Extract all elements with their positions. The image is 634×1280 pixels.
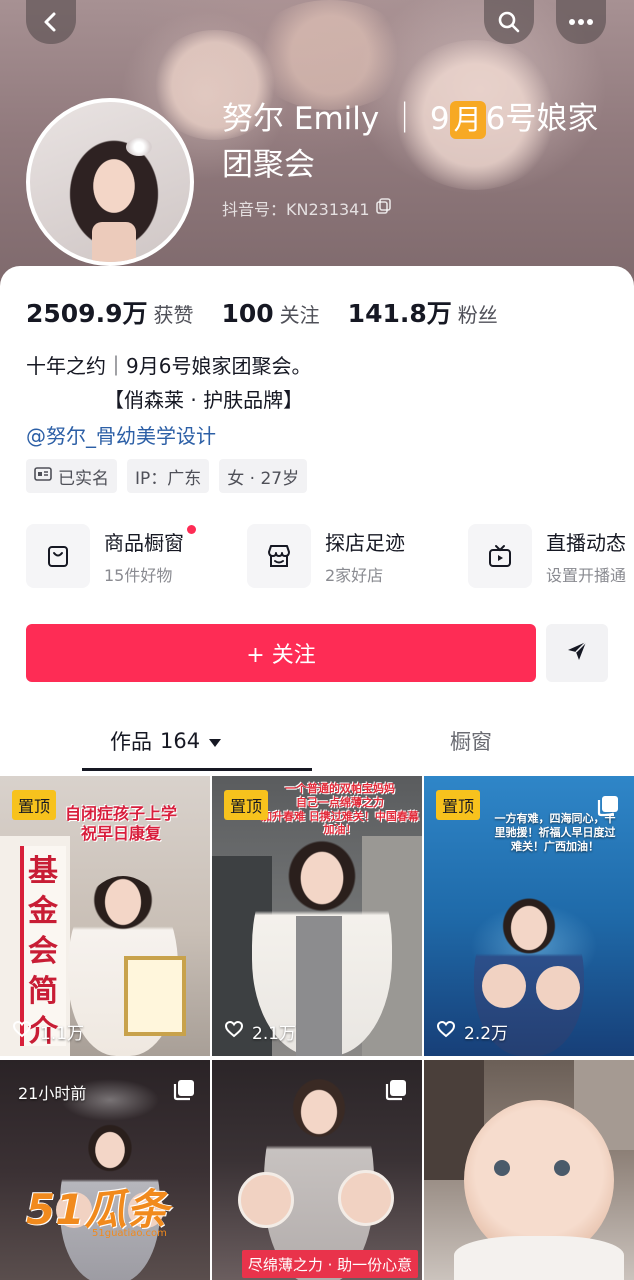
- feature-live-updates-title: 直播动态: [546, 530, 626, 555]
- pinned-badge: 置顶: [436, 790, 481, 820]
- pinned-badge: 置顶: [12, 790, 57, 820]
- video-tile[interactable]: 一个普通的双帕宝妈妈 自己一点绵薄之力 加升春难 日携过难关！中国春幕加油！ 置…: [212, 776, 422, 1056]
- search-button[interactable]: [484, 0, 534, 44]
- stat-likes-label: 获赞: [153, 303, 194, 327]
- profile-tags: 已实名 IP：广东 女 · 27岁: [26, 459, 308, 493]
- feature-store-visits-subtitle: 2家好店: [325, 565, 384, 585]
- video-tile[interactable]: 一方有难，四海同心，千 里驰援！祈福人早日度过 难关！广西加油！ 置顶 2.2万: [424, 776, 634, 1056]
- stat-following-number: 100: [221, 299, 274, 328]
- like-count: 2.2万: [436, 1019, 508, 1044]
- post-time: 21小时前: [18, 1084, 87, 1103]
- tag-verified-label: 已实名: [58, 468, 109, 489]
- tab-works-count: 164: [160, 729, 201, 753]
- content-tabs: 作品 164 橱窗: [0, 712, 634, 778]
- tag-gender-age: 女 · 27岁: [219, 459, 308, 493]
- tag-gender-age-label: 女 · 27岁: [227, 468, 300, 489]
- bio-mention-link[interactable]: @努尔_骨幼美学设计: [26, 420, 216, 449]
- search-icon: [497, 10, 521, 34]
- name-prefix: 努尔 Emily ｜ 9: [222, 101, 450, 137]
- heart-icon: [436, 1020, 456, 1043]
- feature-live-updates-subtitle: 设置开播通: [546, 565, 627, 585]
- like-count: 2.1万: [224, 1019, 296, 1044]
- follow-button[interactable]: + 关注: [26, 624, 536, 682]
- tag-ip: IP：广东: [127, 459, 210, 493]
- feature-product-showcase-title: 商品橱窗: [104, 530, 184, 555]
- feature-shortcuts: 商品橱窗 15件好物 探店足迹 2家好店 直播动态 设置开播通: [26, 524, 634, 588]
- video-overlay-text: 一个普通的双帕宝妈妈 自己一点绵薄之力 加升春难 日携过难关！中国春幕加油！: [261, 782, 419, 837]
- stat-following[interactable]: 100 关注: [221, 299, 319, 328]
- like-count-value: 2.1万: [252, 1024, 297, 1044]
- name-month-highlight: 月: [449, 101, 486, 139]
- douyin-id-text: 抖音号：KN231341: [222, 200, 370, 219]
- profile-header: 努尔 Emily ｜ 9 月 6号娘家团聚会 抖音号：KN231341: [0, 0, 634, 300]
- stats-row: 2509.9万 获赞 100 关注 141.8万 粉丝: [26, 294, 526, 330]
- send-arrow-icon: [565, 639, 589, 667]
- caret-down-icon[interactable]: [208, 729, 222, 753]
- avatar[interactable]: [26, 98, 194, 266]
- video-tile[interactable]: 基金会简介 自闭症孩子上学 祝早日康复 置顶 1.1万: [0, 776, 210, 1056]
- multi-image-icon: [596, 794, 620, 822]
- pinned-badge: 置顶: [224, 790, 269, 820]
- like-count-value: 1.1万: [40, 1024, 85, 1044]
- like-count: 1.1万: [12, 1019, 84, 1044]
- heart-icon: [12, 1020, 32, 1043]
- copy-icon[interactable]: [375, 198, 392, 218]
- profile-card: 2509.9万 获赞 100 关注 141.8万 粉丝 十年之约｜9月6号娘家团…: [0, 266, 634, 780]
- chevron-left-icon: [40, 11, 62, 33]
- tv-play-icon: [468, 524, 532, 588]
- feature-product-showcase[interactable]: 商品橱窗 15件好物: [26, 524, 247, 588]
- more-button[interactable]: [556, 0, 606, 44]
- watermark-sub: 51guatiao.com: [92, 1228, 167, 1239]
- like-count-value: 2.2万: [464, 1024, 509, 1044]
- bio-line-2: 【俏森莱 · 护肤品牌】: [104, 388, 304, 412]
- video-tile[interactable]: 21小时前: [0, 1060, 210, 1280]
- tab-works-label: 作品: [110, 730, 152, 754]
- stat-following-label: 关注: [279, 303, 320, 327]
- id-card-icon: [34, 466, 52, 486]
- shopping-bag-icon: [26, 524, 90, 588]
- video-tile[interactable]: [424, 1060, 634, 1280]
- share-button[interactable]: [546, 624, 608, 682]
- stat-followers-label: 粉丝: [457, 303, 498, 327]
- follow-button-label: + 关注: [246, 643, 316, 668]
- store-icon: [247, 524, 311, 588]
- feature-product-showcase-subtitle: 15件好物: [104, 565, 173, 585]
- bio-line-1: 十年之约｜9月6号娘家团聚会。: [26, 354, 312, 378]
- feature-store-visits[interactable]: 探店足迹 2家好店: [247, 524, 468, 588]
- heart-icon: [224, 1020, 244, 1043]
- notification-dot: [187, 524, 196, 534]
- feature-live-updates[interactable]: 直播动态 设置开播通: [468, 524, 634, 588]
- site-watermark: 51瓜条 51guatiao.com: [26, 1176, 226, 1240]
- stat-followers-number: 141.8万: [347, 299, 452, 328]
- multi-image-icon: [384, 1078, 408, 1106]
- profile-name: 努尔 Emily ｜ 9 月 6号娘家团聚会: [222, 96, 612, 188]
- video-caption: 尽绵薄之力 · 助一份心意: [242, 1250, 418, 1278]
- video-tile[interactable]: 尽绵薄之力 · 助一份心意: [212, 1060, 422, 1280]
- stat-likes-number: 2509.9万: [26, 299, 148, 328]
- more-dots-icon: [568, 18, 594, 26]
- stat-likes[interactable]: 2509.9万 获赞: [26, 294, 193, 330]
- video-overlay-text: 自闭症孩子上学 祝早日康复: [64, 804, 177, 843]
- tab-works[interactable]: 作品 164: [110, 726, 222, 756]
- back-button[interactable]: [26, 0, 76, 44]
- stat-followers[interactable]: 141.8万 粉丝: [348, 294, 498, 330]
- douyin-id[interactable]: 抖音号：KN231341: [222, 196, 392, 220]
- feature-store-visits-title: 探店足迹: [325, 530, 405, 555]
- tag-ip-label: IP：广东: [135, 468, 202, 489]
- tag-verified: 已实名: [26, 459, 117, 493]
- tab-active-indicator: [82, 768, 312, 771]
- tab-showcase[interactable]: 橱窗: [450, 726, 492, 756]
- multi-image-icon: [172, 1078, 196, 1106]
